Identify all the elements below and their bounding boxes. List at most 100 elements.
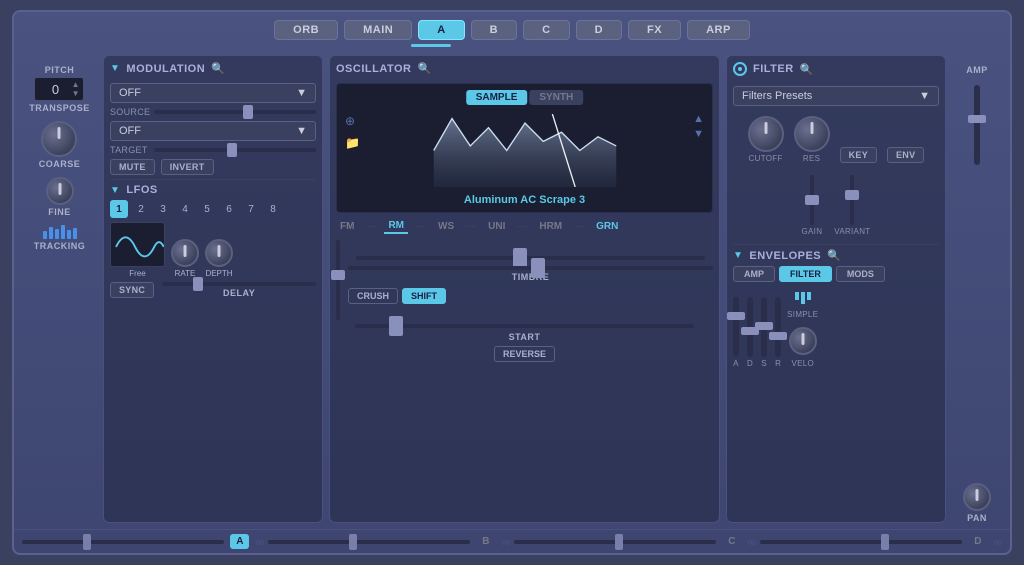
mode-grn[interactable]: GRN [592, 220, 622, 233]
bottom-label-a[interactable]: A [230, 534, 249, 549]
bottom-slider-a[interactable] [22, 540, 224, 544]
synth-ui: ORB MAIN A B C D FX ARP PITCH 0 ▲ ▼ [12, 10, 1012, 555]
timbre-slider[interactable] [348, 266, 713, 270]
key-button[interactable]: KEY [840, 147, 877, 163]
source-slider-row: SOURCE [110, 107, 316, 117]
osc-waveform [375, 114, 675, 187]
osc-up-arrow[interactable]: ▲ [693, 114, 704, 125]
coarse-knob[interactable] [41, 121, 77, 157]
bottom-link-icon-c[interactable]: ∞ [747, 535, 756, 549]
fine-knob[interactable] [46, 177, 74, 205]
bottom-label-d[interactable]: D [968, 534, 987, 549]
env-r-slider[interactable] [775, 297, 781, 357]
mode-uni[interactable]: UNI [484, 220, 509, 233]
env-a-slider[interactable] [733, 297, 739, 357]
lfo-depth-knob[interactable] [205, 239, 233, 267]
env-s-slider[interactable] [761, 297, 767, 357]
gain-slider[interactable] [810, 175, 814, 225]
variant-label: VARIANT [834, 227, 870, 236]
start-slider[interactable] [355, 324, 694, 328]
env-collapse-arrow[interactable]: ▼ [733, 250, 743, 261]
lfo-num-5[interactable]: 5 [198, 200, 216, 218]
shift-button[interactable]: SHIFT [402, 288, 446, 304]
nav-tab-arp[interactable]: ARP [687, 20, 750, 40]
filter-presets-dropdown[interactable]: Filters Presets ▼ [733, 86, 939, 106]
nav-tab-orb[interactable]: ORB [274, 20, 338, 40]
spinner-arrows[interactable]: ▲ ▼ [72, 80, 80, 98]
env-magnify-icon[interactable]: 🔍 [827, 249, 841, 262]
osc-folder-icon[interactable]: 📁 [345, 136, 360, 150]
mode-ws[interactable]: WS [434, 220, 458, 233]
mod-magnify-icon[interactable]: 🔍 [211, 62, 225, 75]
env-button[interactable]: ENV [887, 147, 924, 163]
pan-knob[interactable] [963, 483, 991, 511]
lfos-section: ▼ LFOS 1 2 3 4 5 6 7 8 [110, 179, 316, 298]
bottom-link-icon-b[interactable]: ∞ [501, 535, 510, 549]
res-knob[interactable] [794, 116, 830, 152]
invert-button[interactable]: INVERT [161, 159, 214, 175]
osc-zoom-icon[interactable]: ⊕ [345, 114, 360, 128]
velo-knob[interactable] [789, 327, 817, 355]
bottom-slider-d[interactable] [760, 540, 962, 544]
nav-tab-b[interactable]: B [471, 20, 517, 40]
mode-fm[interactable]: FM [336, 220, 358, 233]
bottom-label-b[interactable]: B [476, 534, 495, 549]
env-tab-amp[interactable]: AMP [733, 266, 775, 282]
lfo-num-1[interactable]: 1 [110, 200, 128, 218]
target-dropdown[interactable]: OFF ▼ [110, 121, 316, 141]
lfo-num-8[interactable]: 8 [264, 200, 282, 218]
top-nav: ORB MAIN A B C D FX ARP [14, 12, 1010, 44]
lfo-collapse-arrow[interactable]: ▼ [110, 185, 120, 196]
nav-tab-d[interactable]: D [576, 20, 622, 40]
bottom-slider-c[interactable] [514, 540, 716, 544]
nav-tab-a[interactable]: A [418, 20, 464, 40]
env-tab-row: AMP FILTER MODS [733, 266, 939, 282]
mode-hrm[interactable]: HRM [535, 220, 566, 233]
lfo-rate-knob[interactable] [171, 239, 199, 267]
env-tab-mods[interactable]: MODS [836, 266, 885, 282]
lfo-num-7[interactable]: 7 [242, 200, 260, 218]
crush-button[interactable]: CRUSH [348, 288, 398, 304]
target-value: OFF [119, 125, 141, 137]
transpose-input[interactable]: 0 ▲ ▼ [34, 77, 84, 101]
env-tab-filter[interactable]: FILTER [779, 266, 832, 282]
mute-button[interactable]: MUTE [110, 159, 155, 175]
osc-magnify-icon[interactable]: 🔍 [417, 62, 431, 75]
nav-tab-main[interactable]: MAIN [344, 20, 412, 40]
nav-tab-c[interactable]: C [523, 20, 569, 40]
variant-slider[interactable] [850, 175, 854, 225]
delay-slider[interactable] [162, 282, 316, 286]
target-slider[interactable] [154, 148, 316, 152]
cutoff-knob[interactable] [748, 116, 784, 152]
env-d-slider[interactable] [747, 297, 753, 357]
amp-fader[interactable] [974, 85, 980, 165]
filter-magnify-icon[interactable]: 🔍 [800, 63, 814, 76]
mod-collapse-arrow[interactable]: ▼ [110, 63, 120, 74]
nav-tab-fx[interactable]: FX [628, 20, 681, 40]
lfo-num-2[interactable]: 2 [132, 200, 150, 218]
fine-label: FINE [48, 207, 71, 217]
osc-main-controls: TIMBRE CRUSH SHIFT [336, 240, 713, 320]
envelopes-header: ▼ ENVELOPES 🔍 [733, 249, 939, 262]
mute-invert-row: MUTE INVERT [110, 159, 316, 175]
bottom-link-icon-a[interactable]: ∞ [255, 535, 264, 549]
transpose-label: TRANSPOSE [29, 103, 90, 113]
osc-tab-row: SAMPLE SYNTH [466, 90, 584, 105]
osc-tab-sample[interactable]: SAMPLE [466, 90, 528, 105]
bottom-slider-b[interactable] [268, 540, 470, 544]
osc-down-arrow[interactable]: ▼ [693, 129, 704, 140]
filter-power-button[interactable] [733, 62, 747, 76]
mode-rm[interactable]: RM [384, 219, 408, 234]
sync-button[interactable]: SYNC [110, 282, 154, 298]
bottom-link-icon-d[interactable]: ∞ [993, 535, 1002, 549]
osc-level-slider[interactable] [336, 240, 340, 320]
bottom-label-c[interactable]: C [722, 534, 741, 549]
source-dropdown[interactable]: OFF ▼ [110, 83, 316, 103]
reverse-button[interactable]: REVERSE [494, 346, 555, 362]
lfo-num-4[interactable]: 4 [176, 200, 194, 218]
lfo-num-6[interactable]: 6 [220, 200, 238, 218]
lfo-num-3[interactable]: 3 [154, 200, 172, 218]
osc-center-controls: TIMBRE CRUSH SHIFT [348, 256, 713, 304]
source-slider[interactable] [154, 110, 316, 114]
osc-tab-synth[interactable]: SYNTH [529, 90, 583, 105]
